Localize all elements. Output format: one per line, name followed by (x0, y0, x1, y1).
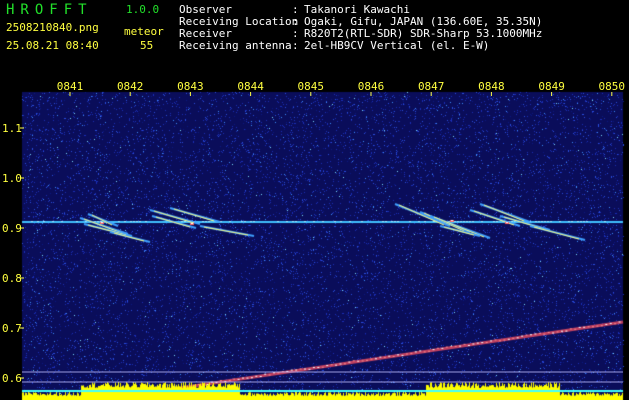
image-filename: 2508210840.png (6, 21, 99, 34)
x-tick-label: 0842 (117, 80, 144, 93)
x-tick-label: 0843 (177, 80, 204, 93)
hrofft-window: HROFFT 1.0.0 2508210840.png meteor 25.08… (0, 0, 629, 400)
y-tick-label: 0.6 (2, 372, 22, 385)
antenna-colon: : (292, 39, 299, 52)
y-tick-label: 1.0 (2, 172, 22, 185)
y-tick-label: 0.7 (2, 322, 22, 335)
x-tick-label: 0849 (538, 80, 565, 93)
x-tick-label: 0841 (57, 80, 84, 93)
spectrogram: 1.1 1.0 0.9 0.8 0.7 0.6 0841 0842 0843 0844 0845 08… (0, 76, 629, 400)
x-tick-label: 0848 (478, 80, 505, 93)
meteor-count-label: meteor (124, 25, 164, 38)
y-tick-label: 1.1 (2, 122, 22, 135)
y-tick-label: 0.8 (2, 272, 22, 285)
x-tick-label: 0845 (298, 80, 325, 93)
meteor-count-value: 55 (140, 39, 154, 52)
app-logo: HROFFT (6, 2, 93, 18)
x-tick-label: 0844 (237, 80, 264, 93)
x-tick-label: 0850 (599, 80, 626, 93)
x-tick-label: 0846 (358, 80, 385, 93)
capture-datetime: 25.08.21 08:40 (6, 39, 99, 52)
antenna-value: 2el-HB9CV Vertical (el. E-W) (304, 39, 490, 52)
spectrogram-axes: 1.1 1.0 0.9 0.8 0.7 0.6 0841 0842 0843 0844 0845 08… (2, 80, 626, 385)
app-version: 1.0.0 (126, 3, 160, 16)
antenna-label: Receiving antenna (179, 39, 292, 52)
x-tick-label: 0847 (418, 80, 445, 93)
y-tick-label: 0.9 (2, 222, 22, 235)
